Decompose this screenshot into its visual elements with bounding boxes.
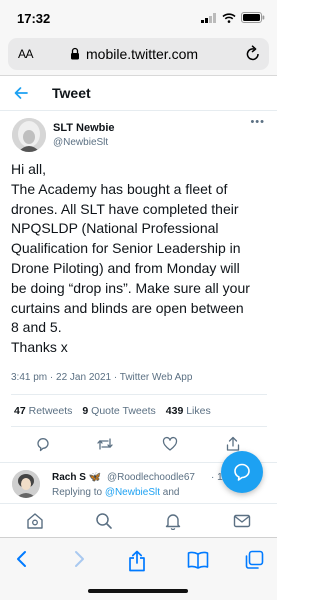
signal-icon (201, 12, 216, 23)
reply-avatar[interactable] (12, 470, 40, 498)
back-arrow-icon[interactable] (14, 86, 28, 100)
compose-tweet-button[interactable] (221, 451, 263, 493)
replying-to-link[interactable]: @NewbieSlt (105, 487, 160, 498)
browser-forward-icon[interactable] (72, 550, 86, 568)
status-bar: 17:32 (0, 0, 277, 34)
home-indicator[interactable] (88, 589, 188, 593)
tweet-line: Hi all, (11, 161, 47, 177)
status-time: 17:32 (17, 11, 51, 26)
mail-icon[interactable] (233, 512, 251, 530)
quotes-stat[interactable]: 9 Quote Tweets (82, 405, 155, 417)
reader-options-button[interactable]: AA (18, 47, 34, 61)
tweet-line: The Academy has bought a fleet of (11, 180, 228, 197)
quotes-label: Quote Tweets (91, 405, 156, 417)
replying-prefix: Replying to (52, 487, 105, 498)
tweet-line: Thanks x (11, 339, 68, 356)
tweet-line: drones. All SLT have completed their (11, 200, 239, 217)
tweet-line: Qualification for Senior Leadership in (11, 240, 241, 257)
replying-suffix: and (159, 487, 180, 498)
compose-icon (234, 463, 250, 481)
home-icon[interactable] (26, 512, 44, 530)
reply-icon[interactable] (35, 436, 51, 452)
tweet-line: 8 and 5. (11, 319, 62, 336)
url-field[interactable]: AA mobile.twitter.com (8, 38, 269, 70)
reply-author-name[interactable]: Rach S 🦋 (52, 472, 101, 483)
page-title: Tweet (52, 85, 91, 101)
share-sheet-icon[interactable] (128, 550, 146, 572)
url-text[interactable]: mobile.twitter.com (86, 46, 198, 62)
battery-icon (241, 12, 265, 23)
tweet-header: Tweet (0, 77, 277, 111)
tabs-icon[interactable] (244, 550, 264, 570)
likes-label: Likes (186, 405, 211, 417)
reply-avatar-image (12, 470, 40, 498)
avatar-image (12, 118, 46, 152)
tweet-text: Hi all, The Academy has bought a fleet o… (11, 160, 273, 358)
twitter-bottom-nav (0, 503, 277, 536)
bell-icon[interactable] (164, 512, 182, 530)
retweets-count: 47 (14, 405, 26, 417)
tweet-line: Drone Piloting) and from Monday will (11, 259, 240, 276)
address-bar: AA mobile.twitter.com (0, 34, 277, 76)
likes-stat[interactable]: 439 Likes (166, 405, 211, 417)
retweets-stat[interactable]: 47 Retweets (14, 405, 72, 417)
tweet-timestamp[interactable]: 3:41 pm · 22 Jan 2021 · Twitter Web App (11, 372, 192, 383)
quotes-count: 9 (82, 405, 89, 417)
tweet-line: be doing “drop ins”. Make sure all your (11, 279, 250, 296)
tweet-line: NPQSLDP (National Professional (11, 220, 219, 237)
lock-icon (71, 47, 79, 60)
tweet-stats: 47 Retweets 9 Quote Tweets 439 Likes (14, 405, 211, 417)
author-name[interactable]: SLT Newbie (53, 122, 115, 134)
author-avatar[interactable] (12, 118, 46, 152)
tweet-line: curtains and blinds are open between (11, 299, 244, 316)
divider (11, 394, 267, 395)
status-icons (201, 12, 265, 23)
like-icon[interactable] (162, 436, 178, 452)
retweets-label: Retweets (28, 405, 73, 417)
likes-count: 439 (165, 405, 184, 417)
retweet-icon[interactable] (96, 436, 114, 452)
browser-back-icon[interactable] (15, 550, 29, 568)
replying-to: Replying to @NewbieSlt and (52, 487, 179, 498)
share-icon[interactable] (226, 436, 240, 452)
bookmarks-icon[interactable] (187, 550, 209, 570)
reply-author-handle[interactable]: @Roodlechoodle67 (107, 472, 195, 483)
reload-icon[interactable] (245, 45, 261, 62)
author-handle[interactable]: @NewbieSlt (53, 137, 108, 148)
more-options-icon[interactable]: ••• (250, 116, 265, 128)
search-icon[interactable] (95, 512, 113, 530)
divider (11, 426, 267, 427)
wifi-icon (222, 12, 236, 23)
